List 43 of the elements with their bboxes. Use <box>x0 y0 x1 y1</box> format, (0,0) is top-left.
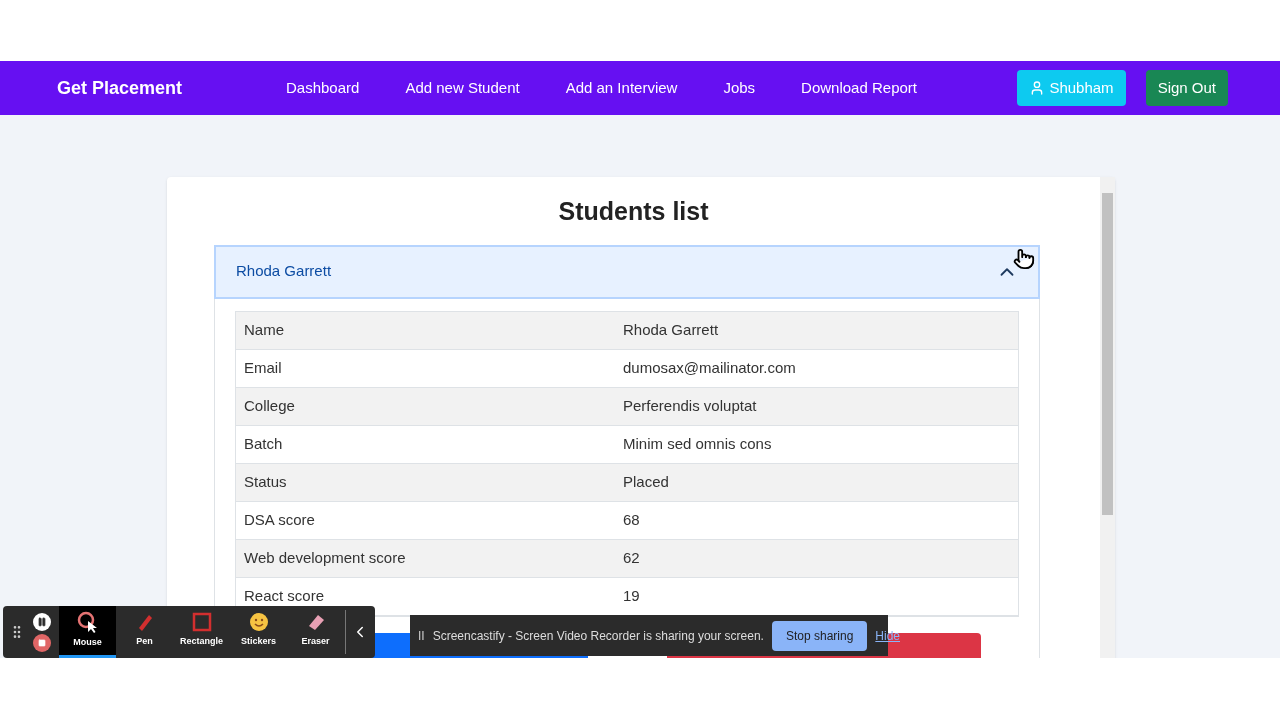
table-cell-text: College <box>243 395 296 416</box>
nav-link[interactable]: Dashboard <box>286 76 360 100</box>
toolbar-tool[interactable]: Mouse <box>59 606 116 658</box>
pause-button[interactable] <box>33 612 51 631</box>
table-cell-text: 19 <box>622 585 640 606</box>
sign-out-button[interactable]: Sign Out <box>1145 70 1228 106</box>
table-cell-text: Placed <box>622 471 669 492</box>
table-cell-text: Email <box>243 357 283 378</box>
table-cell-text: 68 <box>622 509 640 530</box>
sharing-message: Screencastify - Screen Video Recorder is sharing your screen. <box>432 627 764 645</box>
hand-pointer-icon <box>1013 248 1035 270</box>
pause-icon <box>37 616 47 627</box>
toolbar-tool[interactable]: Pen <box>116 606 173 658</box>
nav-link[interactable]: Add new Student <box>405 76 520 100</box>
stop-button[interactable] <box>33 633 51 652</box>
cursor-ring-icon <box>76 611 99 634</box>
table-cell-text: DSA score <box>243 509 316 530</box>
table-cell-text: Batch <box>243 433 284 454</box>
table-cell-text: Rhoda Garrett <box>622 319 719 340</box>
table-cell-text: 62 <box>622 547 640 568</box>
toolbar-tool[interactable]: Rectangle <box>173 606 230 658</box>
nav-link[interactable]: Jobs <box>723 76 756 100</box>
table-cell-text: Name <box>243 319 285 340</box>
accordion-header[interactable]: Rhoda Garrett <box>214 244 1040 299</box>
hide-link[interactable]: Hide <box>875 626 900 645</box>
table-cell-text: Status <box>243 471 288 492</box>
nav-link[interactable]: Add an Interview <box>565 76 678 100</box>
square-icon <box>191 612 212 633</box>
stop-sharing-button[interactable]: Stop sharing <box>771 620 868 651</box>
pause-glyph: II <box>418 627 425 645</box>
card-title: Students list <box>558 196 709 227</box>
brand-title[interactable]: Get Placement <box>57 74 286 102</box>
table-cell-text: Web development score <box>243 547 407 568</box>
table-cell-text: React score <box>243 585 326 606</box>
table-cell-text: dumosax@mailinator.com <box>622 357 796 378</box>
scrollbar[interactable] <box>1100 177 1115 658</box>
smiley-icon <box>248 612 269 633</box>
table-cell-text: Minim sed omnis cons <box>622 433 772 454</box>
toolbar-tool[interactable]: Eraser <box>287 606 344 658</box>
table-cell-text: Perferendis voluptat <box>622 395 757 416</box>
stop-icon <box>38 638 46 647</box>
toolbar-tool[interactable]: Stickers <box>230 606 287 658</box>
nav-link[interactable]: Download Report <box>801 76 917 100</box>
